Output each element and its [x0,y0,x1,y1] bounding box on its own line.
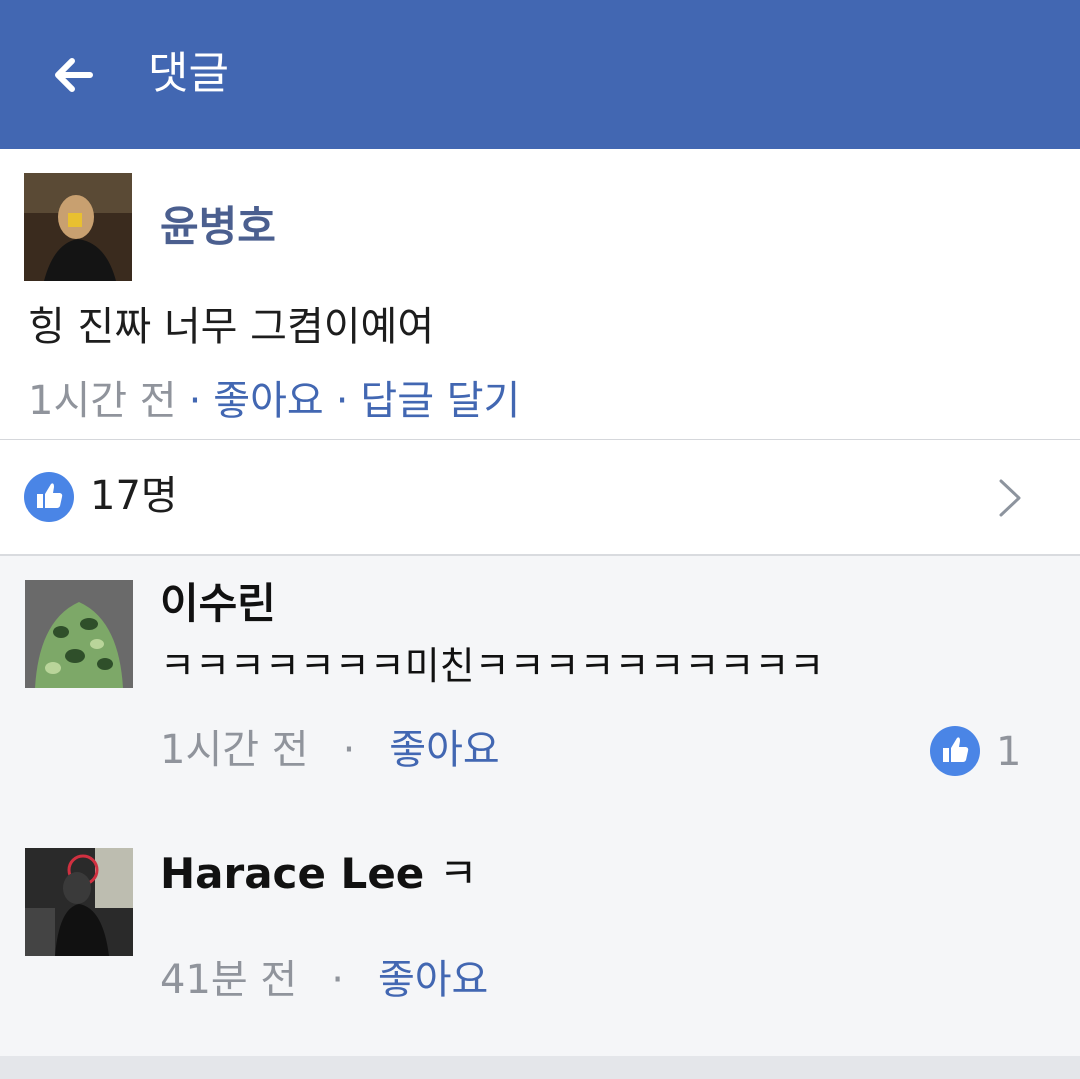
comment-author[interactable]: 윤병호 [160,197,276,257]
reply-button[interactable]: 답글 달기 [360,378,520,424]
likes-count: 17명 [90,473,178,519]
separator-dot: · [342,727,356,773]
thumbs-up-icon [24,472,74,522]
separator-dot: · [331,957,344,1003]
avatar[interactable] [24,173,132,281]
avatar[interactable] [25,580,133,688]
like-button[interactable]: 좋아요 [213,378,323,424]
top-app-bar: 댓글 [0,0,1080,149]
page-title: 댓글 [148,48,229,99]
likes-summary-row[interactable]: 17명 [0,440,1080,554]
thumbs-up-icon [930,726,980,776]
reply-author: Harace Lee ㅋ [160,846,478,902]
reply-time: 41분 전 [160,957,298,1003]
reply-text: ㅋ [438,849,478,898]
avatar[interactable] [25,848,133,956]
bottom-divider [0,1056,1080,1079]
reply-time: 1시간 전 [160,727,309,773]
reply-author[interactable]: 이수린 [160,576,276,632]
replies-section: 이수린 ㅋㅋㅋㅋㅋㅋㅋ미친ㅋㅋㅋㅋㅋㅋㅋㅋㅋㅋ 1시간 전 · 좋아요 1 Hara… [0,556,1080,1056]
like-count: 1 [996,729,1022,775]
separator-dot: · [335,378,349,424]
like-button[interactable]: 좋아요 [378,957,488,1003]
chevron-right-icon[interactable] [996,476,1024,520]
reply-meta: 41분 전 · 좋아요 [160,952,488,1008]
reply-meta: 1시간 전 · 좋아요 [160,722,500,778]
original-comment: 윤병호 힝 진짜 너무 그켬이예여 1시간 전 · 좋아요 · 답글 달기 [0,149,1080,439]
reply-text: ㅋㅋㅋㅋㅋㅋㅋ미친ㅋㅋㅋㅋㅋㅋㅋㅋㅋㅋ [160,644,825,688]
arrow-left-icon [55,58,93,92]
separator-dot: · [188,378,202,424]
reply-author-name[interactable]: Harace Lee [160,849,424,898]
back-button[interactable] [50,55,94,95]
comment-time: 1시간 전 [28,378,177,424]
comment-meta: 1시간 전 · 좋아요 · 답글 달기 [28,373,520,429]
reply-like-count[interactable]: 1 [930,724,1040,780]
comment-text: 힝 진짜 너무 그켬이예여 [28,304,435,350]
like-button[interactable]: 좋아요 [389,727,499,773]
